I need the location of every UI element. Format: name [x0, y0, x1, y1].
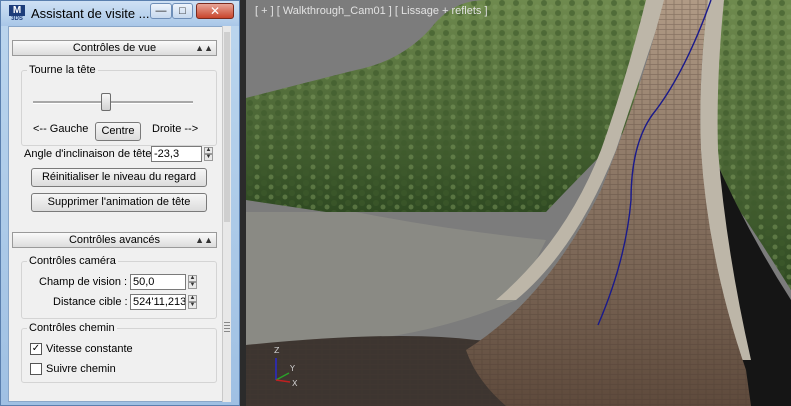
axis-z-label: Z	[274, 346, 280, 355]
scrollbar-grip[interactable]	[224, 322, 230, 334]
head-turn-group-label: Tourne la tête	[27, 64, 98, 76]
fov-field[interactable]: 50,0	[130, 274, 186, 290]
target-distance-spinner[interactable]: ▲ ▼	[188, 295, 197, 309]
tilt-angle-spinner[interactable]: ▲ ▼	[204, 147, 213, 161]
path-controls-group-label: Contrôles chemin	[27, 322, 117, 334]
reset-gaze-button[interactable]: Réinitialiser le niveau du regard	[31, 168, 207, 187]
fov-label: Champ de vision :	[39, 276, 128, 288]
minimize-button[interactable]: —	[150, 3, 172, 19]
camera-controls-group	[21, 261, 217, 319]
advanced-controls-rollout-header[interactable]: Contrôles avancés ▲▲	[12, 232, 217, 248]
delete-head-animation-button[interactable]: Supprimer l'animation de tête	[31, 193, 207, 212]
viewport-label[interactable]: [ + ] [ Walkthrough_Cam01 ] [ Lissage + …	[255, 5, 488, 17]
close-button[interactable]: ✕	[196, 3, 234, 19]
center-button[interactable]: Centre	[95, 122, 141, 141]
head-turn-slider-thumb[interactable]	[100, 93, 111, 111]
fov-spinner[interactable]: ▲ ▼	[188, 275, 197, 289]
constant-speed-label: Vitesse constante	[46, 343, 133, 355]
follow-path-checkbox[interactable]	[30, 363, 42, 375]
tilt-angle-field[interactable]: -23,3	[151, 146, 202, 162]
window-title: Assistant de visite ...	[31, 6, 150, 21]
camera-viewport[interactable]: Z Y X	[246, 0, 791, 406]
camera-controls-group-label: Contrôles caméra	[27, 255, 118, 267]
target-distance-label: Distance cible :	[53, 296, 128, 308]
head-turn-slider-track[interactable]	[33, 101, 193, 104]
right-label: Droite -->	[152, 123, 199, 135]
axis-x-label: X	[292, 379, 298, 388]
close-icon: ✕	[209, 4, 221, 18]
advanced-controls-title: Contrôles avancés	[68, 234, 161, 246]
collapse-rollout-icon[interactable]: ▲▲	[195, 42, 213, 54]
view-controls-rollout-header[interactable]: Contrôles de vue ▲▲	[12, 40, 217, 56]
constant-speed-checkbox[interactable]: ✓	[30, 343, 42, 355]
title-bar[interactable]: M 3DS Assistant de visite ... — □ ✕	[1, 1, 239, 26]
scene-render: Z Y X	[246, 0, 791, 406]
axis-y-label: Y	[289, 364, 295, 373]
tilt-angle-label: Angle d'inclinaison de tête	[24, 148, 152, 160]
left-label: <-- Gauche	[33, 123, 89, 135]
checkmark-icon: ✓	[31, 343, 41, 354]
follow-path-label: Suivre chemin	[46, 363, 116, 375]
3dsmax-app-icon: M 3DS	[9, 5, 25, 22]
target-distance-field[interactable]: 524'11,213	[130, 294, 186, 310]
maximize-button[interactable]: □	[172, 3, 193, 19]
scrollbar-thumb[interactable]	[224, 32, 230, 222]
view-controls-title: Contrôles de vue	[72, 42, 157, 54]
rollout-scrollbar[interactable]	[222, 26, 231, 402]
collapse-rollout-icon[interactable]: ▲▲	[195, 234, 213, 246]
